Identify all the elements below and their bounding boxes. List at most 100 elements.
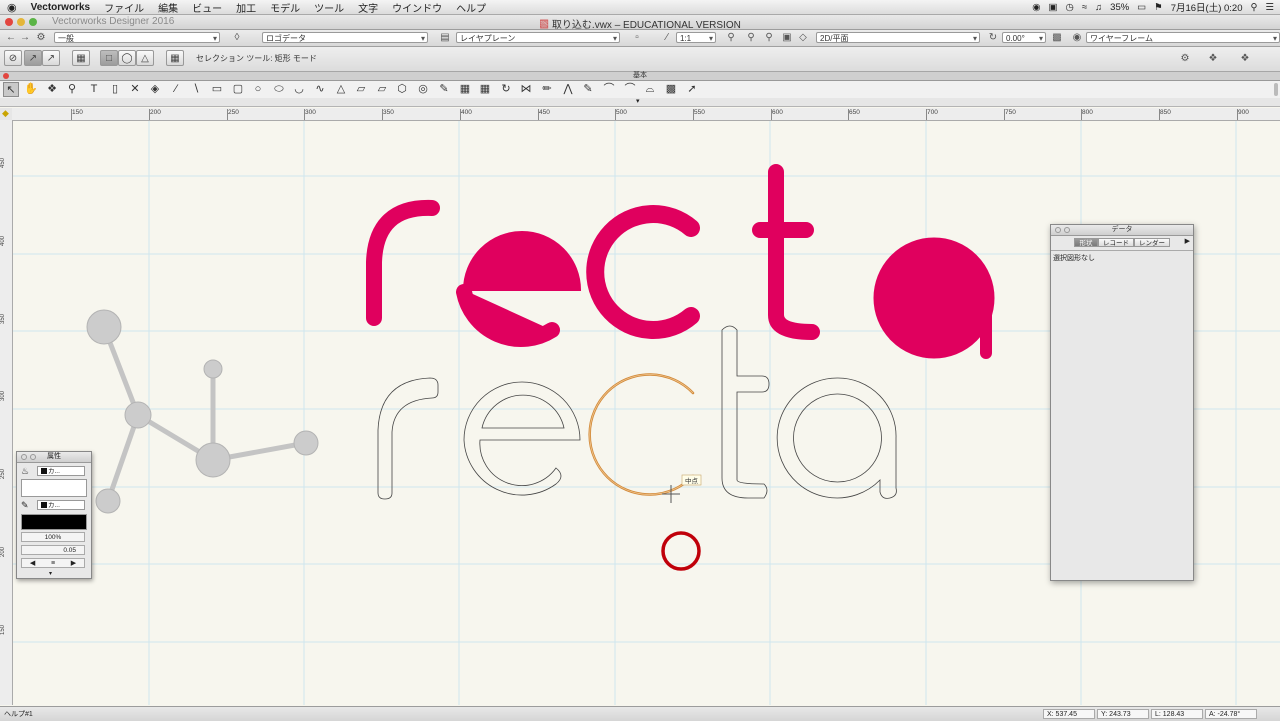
lasso-mode-icon[interactable]: ◯ [118, 50, 136, 66]
forward-arrow-icon[interactable]: → [18, 31, 32, 44]
move-by-points-tool-icon[interactable]: ➚ [684, 82, 700, 97]
recta-logo-outline[interactable] [377, 325, 897, 500]
line-style-icon[interactable]: ≡ [51, 559, 55, 567]
clip-tool-icon[interactable]: ▦ [457, 82, 473, 97]
standard-view-icon[interactable]: ◇ [796, 31, 810, 44]
fill-color-swatch[interactable] [21, 479, 87, 497]
scale-icon[interactable]: ∕ [660, 31, 674, 44]
pen-icon[interactable]: ✎ [21, 500, 29, 511]
vertical-ruler[interactable]: 450 400 350 300 250 200 150 [0, 120, 13, 705]
connect-tool-icon[interactable]: ⌓ [642, 82, 658, 97]
offset-tool-icon[interactable]: ✎ [580, 82, 596, 97]
menu-view[interactable]: ビュー [185, 0, 229, 15]
back-arrow-icon[interactable]: ← [4, 31, 18, 44]
wifi-icon[interactable]: ≈ [1082, 2, 1087, 13]
group-mode-icon[interactable]: ▦ [72, 50, 90, 66]
palette-collapse-icon[interactable] [1064, 227, 1070, 233]
trim-tool-icon[interactable]: ⋀ [560, 82, 576, 97]
app-menu[interactable]: Vectorworks [24, 2, 97, 13]
flag-icon[interactable]: ⚑ [1154, 2, 1163, 13]
scale-field[interactable]: 1:1 [676, 32, 716, 43]
spiral-tool-icon[interactable]: ◎ [415, 82, 431, 97]
angle-field[interactable]: 0.00° [1002, 32, 1046, 43]
palette-close-icon[interactable] [1055, 227, 1061, 233]
molecule-illustration[interactable] [86, 309, 319, 514]
menu-model[interactable]: モデル [263, 0, 307, 15]
layer-visibility-icon[interactable]: ◊ [230, 31, 244, 44]
zoom-out-icon[interactable]: ⚲ [744, 31, 758, 44]
class-visibility-icon[interactable]: ⚙ [34, 31, 48, 44]
palette-close-icon[interactable] [3, 73, 9, 79]
interactive-mode-icon[interactable]: ↗ [42, 50, 60, 66]
rotate-tool-icon[interactable]: ↻ [498, 82, 514, 97]
layer-dropdown[interactable]: ロゴデータ [262, 32, 428, 43]
rectangle-tool-icon[interactable]: ▭ [209, 82, 225, 97]
notification-icon[interactable]: ☰ [1265, 2, 1274, 13]
oval-tool-icon[interactable]: ⬭ [271, 82, 287, 97]
view-toggle-icon[interactable]: ▣ [780, 31, 794, 44]
polyline-tool-icon[interactable]: △ [333, 82, 349, 97]
locus-tool-icon[interactable]: ✕ [127, 82, 143, 97]
polygon-mode-icon[interactable]: △ [136, 50, 154, 66]
class-dropdown[interactable]: 一般 [54, 32, 220, 43]
palette-more-icon[interactable]: ▾ [49, 570, 52, 577]
fill-icon[interactable]: ♨ [21, 466, 29, 477]
menu-file[interactable]: ファイル [97, 0, 151, 15]
projection-icon[interactable]: ▩ [1050, 31, 1064, 44]
flyover-tool-icon[interactable]: ❖ [44, 82, 60, 97]
polygon-tool-icon[interactable]: ▱ [353, 82, 369, 97]
zoom-icon[interactable]: ⚲ [724, 31, 738, 44]
attribute-mapping-tool-icon[interactable]: ▩ [663, 82, 679, 97]
text-tool-icon[interactable]: T [86, 82, 102, 97]
palette-menu-icon[interactable]: ▶ [1185, 237, 1190, 245]
freehand-tool-icon[interactable]: ∿ [312, 82, 328, 97]
fillet-tool-icon[interactable]: ⌒ [601, 82, 617, 97]
render-mode-dropdown[interactable]: ワイヤーフレーム [1086, 32, 1280, 43]
regular-polygon-tool-icon[interactable]: ⬡ [394, 82, 410, 97]
snap-settings-icon[interactable]: ❖ [1206, 52, 1220, 65]
zoom-tool-icon[interactable]: ⚲ [64, 82, 80, 97]
eyedropper-tool-icon[interactable]: ✎ [436, 82, 452, 97]
airplay-icon[interactable]: ▣ [1049, 2, 1058, 13]
arrow-left-icon[interactable]: ◀ [30, 559, 35, 567]
arc-tool-icon[interactable]: ◡ [291, 82, 307, 97]
palette-collapse-icon[interactable] [30, 454, 36, 460]
horizontal-ruler[interactable]: 150 200 250 300 350 400 450 500 550 600 … [12, 108, 1280, 121]
palette-scrollbar[interactable] [1274, 83, 1278, 96]
transform-mode-icon[interactable]: ↗ [24, 50, 42, 66]
split-tool-icon[interactable]: ✏ [539, 82, 555, 97]
spotlight-icon[interactable]: ⚲ [1251, 2, 1258, 13]
mirror-tool-icon[interactable]: ⋈ [518, 82, 534, 97]
page-icon[interactable]: ▫ [630, 31, 644, 44]
line-weight-field[interactable]: 0.05 [21, 545, 85, 555]
pan-tool-icon[interactable]: ✋ [23, 82, 39, 97]
tab-record[interactable]: レコード [1098, 238, 1134, 247]
lock-mode-icon[interactable]: ⊘ [4, 50, 22, 66]
render-icon[interactable]: ◉ [1070, 31, 1084, 44]
opacity-field[interactable]: 100% [21, 532, 85, 542]
settings-mode-icon[interactable]: ▦ [166, 50, 184, 66]
record-status-icon[interactable]: ◉ [1032, 2, 1040, 13]
menu-help[interactable]: ヘルプ [449, 0, 493, 15]
time-machine-icon[interactable]: ◷ [1066, 2, 1074, 13]
apple-menu-icon[interactable]: ◉ [0, 1, 24, 14]
symbol-tool-icon[interactable]: ◈ [147, 82, 163, 97]
recta-logo-filled[interactable] [366, 164, 995, 359]
callout-tool-icon[interactable]: ▯ [107, 82, 123, 97]
layer-settings-icon[interactable]: ❖ [1238, 52, 1252, 65]
arrowhead-controls[interactable]: ◀ ≡ ▶ [21, 558, 85, 568]
rounded-rectangle-tool-icon[interactable]: ▢ [230, 82, 246, 97]
tab-shape[interactable]: 形状 [1074, 238, 1098, 247]
double-polygon-tool-icon[interactable]: ▱ [374, 82, 390, 97]
volume-icon[interactable]: ♫ [1095, 2, 1102, 13]
plane-dropdown[interactable]: レイヤプレーン [456, 32, 620, 43]
arrow-right-icon[interactable]: ▶ [71, 559, 76, 567]
circle-tool-icon[interactable]: ○ [250, 82, 266, 97]
menu-window[interactable]: ウインドウ [385, 0, 449, 15]
rotate-plan-icon[interactable]: ↻ [986, 31, 1000, 44]
menu-modify[interactable]: 加工 [229, 0, 263, 15]
view-dropdown[interactable]: 2D/平面 [816, 32, 980, 43]
chamfer-tool-icon[interactable]: ⌒ [622, 82, 638, 97]
plane-icon[interactable]: ▤ [438, 31, 452, 44]
fit-view-icon[interactable]: ⚲ [762, 31, 776, 44]
